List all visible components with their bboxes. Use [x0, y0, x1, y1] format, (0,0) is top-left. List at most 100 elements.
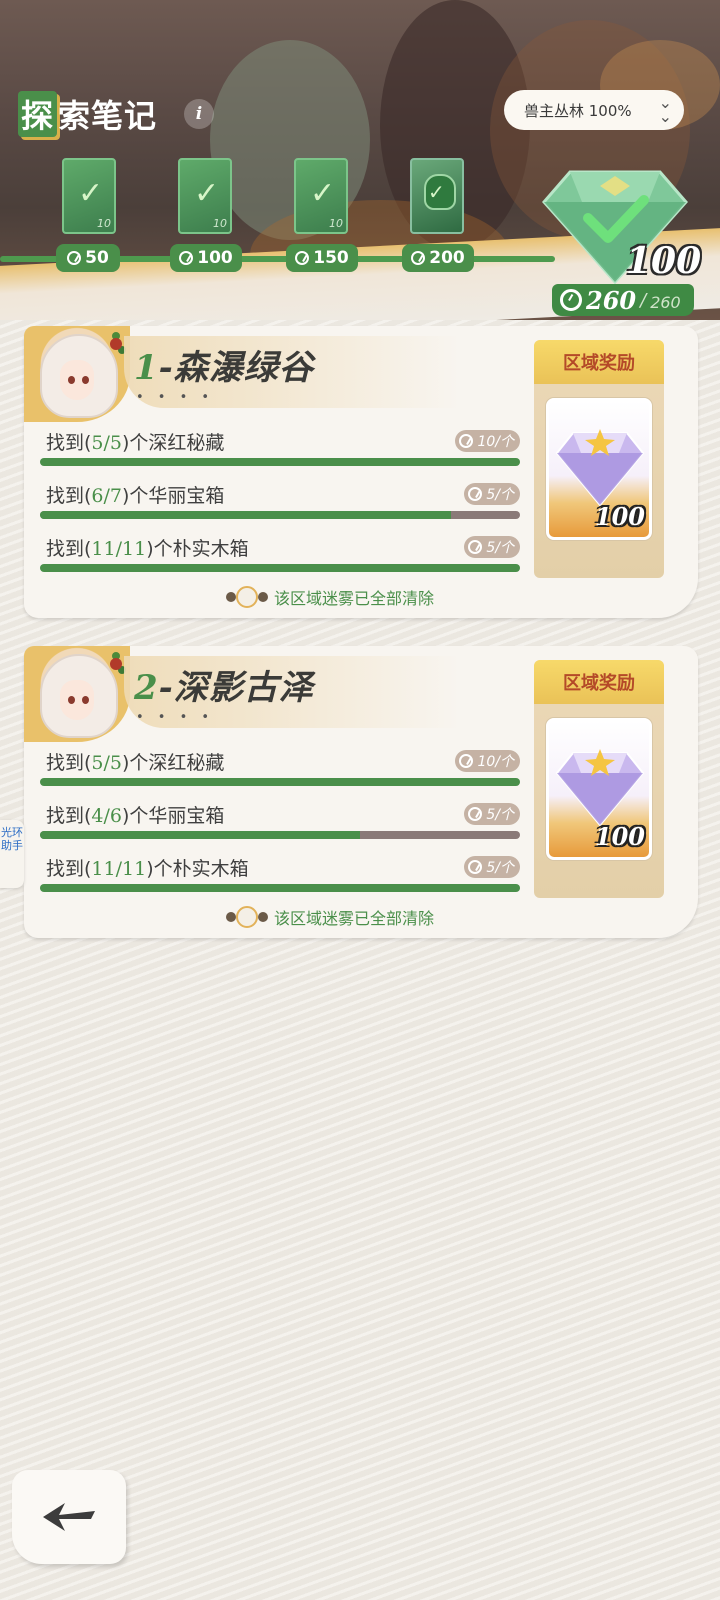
- avatar: [24, 646, 130, 742]
- region-selector[interactable]: 兽主丛林 100% ⌄ ⌄: [504, 90, 684, 130]
- pet-mascot-icon: [224, 584, 268, 610]
- task-count: 5/5: [91, 752, 122, 774]
- page-title-first-char: 探: [18, 91, 58, 137]
- task-prefix: 找到(: [46, 752, 92, 774]
- fog-cleared-note: 该区域迷雾已全部清除: [224, 584, 434, 610]
- milestone-card-number: 10: [329, 217, 343, 230]
- task-label: 找到(11/11)个朴实木箱: [46, 854, 249, 881]
- milestone-reward-value: 150: [313, 248, 349, 268]
- task-progress-bar: [40, 564, 520, 572]
- pet-head: [236, 586, 258, 608]
- task-prefix: 找到(: [46, 805, 92, 827]
- task-prefix: 找到(: [46, 432, 92, 454]
- region-reward-panel: 区域奖励 100: [534, 340, 664, 578]
- coin-icon: [411, 251, 426, 265]
- task-progress-bar: [40, 831, 520, 839]
- coin-icon: [468, 807, 483, 821]
- flower-icon: [110, 658, 122, 670]
- double-chevron-down-icon: ⌄ ⌄: [658, 93, 672, 126]
- milestone-reward-pill: 100: [170, 244, 242, 272]
- task-label: 找到(4/6)个华丽宝箱: [46, 801, 224, 828]
- total-max: 260: [650, 292, 681, 312]
- coin-icon: [459, 434, 474, 448]
- coin-icon: [295, 251, 310, 265]
- region-reward-item[interactable]: 100: [546, 398, 652, 540]
- milestone-card-1[interactable]: ✓ 10: [62, 158, 116, 234]
- check-icon: ✓: [194, 176, 220, 211]
- task-suffix: )个深红秘藏: [122, 432, 225, 454]
- pet-mascot-icon: [224, 904, 268, 930]
- milestone-reward-value: 100: [197, 248, 233, 268]
- task-row: 找到(5/5)个深红秘藏 10/个: [40, 748, 520, 800]
- info-icon[interactable]: i: [184, 99, 214, 129]
- pet-head: [236, 906, 258, 928]
- region-reward-item[interactable]: 100: [546, 718, 652, 860]
- region-dots: • • • •: [136, 710, 215, 725]
- task-reward: 5/个: [464, 856, 520, 878]
- task-reward-value: 5/个: [486, 860, 514, 876]
- task-reward-value: 10/个: [477, 434, 514, 450]
- coin-icon: [468, 540, 483, 554]
- task-progress-bar: [40, 778, 520, 786]
- back-button[interactable]: [12, 1470, 126, 1564]
- avatar-eye: [68, 696, 75, 704]
- diamond-gem-icon: [555, 429, 645, 507]
- avatar-eye: [68, 376, 75, 384]
- coin-icon: [560, 289, 582, 311]
- coin-icon: [468, 487, 483, 501]
- task-progress-bar: [40, 884, 520, 892]
- coin-icon: [468, 860, 483, 874]
- back-arrow-icon: [43, 1503, 95, 1531]
- region-reward-title: 区域奖励: [534, 340, 664, 384]
- task-reward: 10/个: [455, 430, 520, 452]
- paw-icon: [258, 592, 268, 602]
- task-row: 找到(4/6)个华丽宝箱 5/个: [40, 801, 520, 853]
- region-card-2: 2-深影古泽 • • • • 找到(5/5)个深红秘藏 10/个 找到(4/6)…: [24, 646, 698, 938]
- region-reward-amount: 100: [594, 502, 645, 531]
- region-index: 1: [134, 348, 159, 388]
- task-progress-fill: [40, 778, 520, 786]
- milestone-reward-value: 200: [429, 248, 465, 268]
- task-suffix: )个朴实木箱: [146, 538, 249, 560]
- task-reward: 10/个: [455, 750, 520, 772]
- task-count: 6/7: [91, 485, 122, 507]
- region-selector-label: 兽主丛林 100%: [524, 101, 632, 120]
- fog-note-text: 该区域迷雾已全部清除: [274, 909, 435, 928]
- milestone-reward-pill: 200: [402, 244, 474, 272]
- task-count: 4/6: [91, 805, 122, 827]
- task-prefix: 找到(: [46, 858, 92, 880]
- paw-icon: [258, 912, 268, 922]
- milestone-track: ✓ 10 ✓ 10 ✓ 10 ✓ 50 100 150 200: [0, 150, 560, 280]
- task-progress-fill: [40, 458, 520, 466]
- region-title: 森瀑绿谷: [173, 348, 314, 388]
- task-progress-bar: [40, 458, 520, 466]
- task-reward-value: 5/个: [486, 807, 514, 823]
- task-count: 11/11: [91, 538, 147, 560]
- region-index: 2: [134, 668, 159, 708]
- task-reward-value: 5/个: [486, 540, 514, 556]
- avatar-eye: [82, 376, 89, 384]
- task-reward: 5/个: [464, 536, 520, 558]
- page-title: 探 索笔记: [18, 91, 158, 137]
- helper-side-tab[interactable]: 光环助手: [0, 820, 24, 888]
- milestone-card-number: 10: [213, 217, 227, 230]
- task-label: 找到(5/5)个深红秘藏: [46, 428, 224, 455]
- task-suffix: )个华丽宝箱: [122, 805, 225, 827]
- milestone-reward-value: 50: [85, 248, 109, 268]
- region-card-1: 1-森瀑绿谷 • • • • 找到(5/5)个深红秘藏 10/个 找到(6/7)…: [24, 326, 698, 618]
- page-title-rest: 索笔记: [58, 97, 158, 135]
- check-icon: ✓: [428, 180, 445, 204]
- coin-icon: [459, 754, 474, 768]
- task-label: 找到(6/7)个华丽宝箱: [46, 481, 224, 508]
- task-reward-value: 10/个: [477, 754, 514, 770]
- paw-icon: [226, 912, 236, 922]
- milestone-card-2[interactable]: ✓ 10: [178, 158, 232, 234]
- coin-icon: [67, 251, 82, 265]
- task-count: 11/11: [91, 858, 147, 880]
- total-progress: 260 / 260: [552, 284, 694, 316]
- milestone-card-4[interactable]: ✓: [410, 158, 464, 234]
- fog-note-text: 该区域迷雾已全部清除: [274, 589, 435, 608]
- milestone-card-3[interactable]: ✓ 10: [294, 158, 348, 234]
- task-suffix: )个深红秘藏: [122, 752, 225, 774]
- avatar: [24, 326, 130, 422]
